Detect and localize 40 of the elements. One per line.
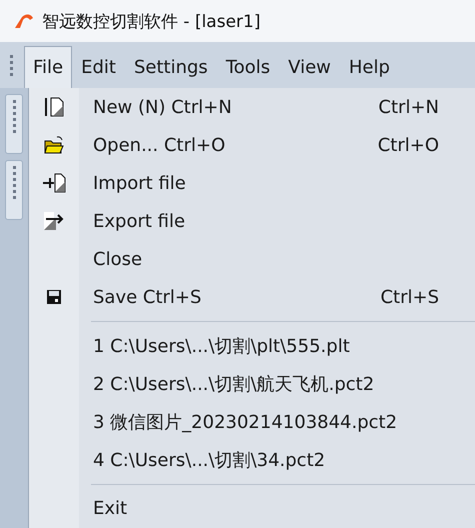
window-title: 智远数控切割软件 - [laser1] [42,10,260,32]
recent-file-label: 3 微信图片_20230214103844.pct2 [92,410,398,434]
new-file-icon [43,96,65,118]
menu-item[interactable]: Tools [216,46,280,88]
menu-entry-label: Open... Ctrl+O [92,134,226,156]
menu-entry-label: Close [92,248,144,270]
menu-entry-label: Import file [92,172,187,194]
menu-entry[interactable]: Export file [29,202,475,240]
menu-item[interactable]: Settings [124,46,217,88]
menu-entry[interactable]: Save Ctrl+S Ctrl+S [29,278,475,316]
shortcut-text: Ctrl+N [378,96,440,118]
recent-file-entry[interactable]: 2 C:\Users\...\切割\航天飞机.pct2 [29,364,475,403]
menu-item[interactable]: View [279,46,340,88]
toolbar-panel [5,160,23,220]
menu-entry[interactable]: Close [29,240,475,278]
recent-file-entry[interactable]: 3 微信图片_20230214103844.pct2 [29,402,475,441]
app-logo-icon [14,13,34,29]
import-icon [42,172,66,194]
menu-item[interactable]: Edit [72,46,125,88]
recent-file-label: 4 C:\Users\...\切割\34.pct2 [92,448,326,472]
menu-entry[interactable]: Import file [29,164,475,202]
menu-entry[interactable]: Exit [29,490,475,528]
menu-item[interactable]: Help [340,46,399,88]
recent-file-entry[interactable]: 4 C:\Users\...\切割\34.pct2 [29,440,475,479]
menu-entry-label: New (N) Ctrl+N [92,96,233,118]
menu-entry-label: Exit [92,498,128,520]
shortcut-text: Ctrl+S [380,286,440,308]
toolbar-panel [5,94,23,154]
export-icon [42,210,66,232]
shortcut-text: Ctrl+O [378,134,440,156]
menu-entry-label: Save Ctrl+S [92,286,202,308]
recent-file-label: 1 C:\Users\...\切割\plt\555.plt [92,334,351,358]
menu-entry-label: Export file [92,210,186,232]
menu-entry[interactable]: New (N) Ctrl+N Ctrl+N [29,88,475,126]
menu-item[interactable]: File [24,46,72,88]
save-icon [46,289,62,305]
menu-entry[interactable]: Open... Ctrl+O Ctrl+O [29,126,475,164]
folder-icon [43,135,65,155]
recent-file-label: 2 C:\Users\...\切割\航天飞机.pct2 [92,372,376,396]
recent-file-entry[interactable]: 1 C:\Users\...\切割\plt\555.plt [29,326,475,365]
